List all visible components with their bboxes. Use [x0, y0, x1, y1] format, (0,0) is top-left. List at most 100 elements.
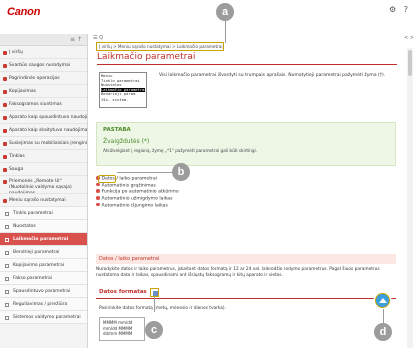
topic-link[interactable]: Funkcija po automatinio atkūrimo	[96, 189, 179, 196]
callout-leader	[383, 309, 384, 323]
title-divider	[97, 64, 397, 65]
sidebar-item-label: Bendrieji parametrai	[13, 250, 60, 255]
canon-logo[interactable]: Canon	[7, 6, 40, 18]
help-icon[interactable]: ?	[404, 5, 408, 14]
expand-icon[interactable]	[150, 288, 159, 297]
page-icon	[5, 212, 9, 216]
sidebar-item[interactable]: Pagrindinės operacijos	[0, 72, 87, 85]
sidebar-item[interactable]: Aparato kaip spausdintuvo naudojimas	[0, 111, 87, 124]
sidebar-item[interactable]: Nuostatos	[0, 220, 87, 233]
bullet-icon	[96, 189, 100, 193]
sidebar-item-label: Tinklas	[9, 154, 25, 159]
bullet-icon	[96, 202, 100, 207]
sidebar-item[interactable]: Priemonės „Remote UI“ (Nuotolinio valdym…	[0, 176, 87, 194]
sidebar-item[interactable]: Susiejimas su mobiliaisiais įrenginiais	[0, 137, 87, 150]
section-icon	[3, 77, 7, 81]
topic-link[interactable]: Automatinis grąžinimas	[96, 182, 179, 190]
bullet-icon	[96, 196, 100, 200]
section-icon	[3, 199, 7, 203]
sidebar-item[interactable]: Fakso parametrai	[0, 272, 87, 285]
sidebar-item-label: Sauga	[9, 167, 24, 172]
sidebar-item[interactable]: Faksogramos siuntimas	[0, 98, 87, 111]
page-icon	[5, 251, 9, 255]
sidebar-item-label: Reguliavimas / priežiūra	[13, 302, 68, 307]
sidebar-item[interactable]: Kopijavimo parametrai	[0, 259, 87, 272]
sidebar-item-label: Pagrindinės operacijos	[9, 76, 60, 81]
sidebar-item-label: Į viršų	[9, 50, 23, 55]
page-icon	[5, 316, 9, 320]
sidebar-item-label: Fakso parametrai	[13, 276, 53, 281]
sidebar-item[interactable]: Reguliavimas / priežiūra	[0, 298, 87, 311]
sidebar-item[interactable]: Kopijavimas	[0, 85, 87, 98]
sidebar-item-label: Meniu sąrašo nustatymai	[9, 198, 66, 203]
sidebar-item-label: Spausdintuvo parametrai	[13, 289, 71, 294]
sidebar-item[interactable]: Sauga	[0, 163, 87, 176]
sidebar-tools[interactable]: ≡ ↑	[0, 34, 87, 46]
section-icon	[3, 155, 7, 159]
sidebar-item[interactable]: Aparato kaip skaitytuvo naudojimas	[0, 124, 87, 137]
section-icon	[3, 51, 7, 55]
topic-link[interactable]: Automatinio išjungimo laikas	[96, 202, 179, 210]
sidebar-item[interactable]: Į viršų	[0, 46, 87, 59]
sidebar-item[interactable]: Tinklas	[0, 150, 87, 163]
lcd-menu-image: Meniu Tinklo parametrai Nuostatos Laikma…	[99, 72, 147, 108]
option-item: dd/mm MMMM	[103, 331, 133, 337]
note-text: Atsižvelgiant į regioną, žymę „*1“ pažym…	[103, 148, 257, 153]
section-icon	[3, 142, 7, 146]
header-icons: ⚙ ?	[384, 5, 408, 14]
callout-b: b	[172, 163, 190, 181]
sidebar-item-label: Aparato kaip skaitytuvo naudojimas	[9, 128, 87, 133]
lcd-line: Išs. sistem.	[101, 97, 129, 102]
sidebar-item-label: Kopijavimo parametrai	[13, 263, 65, 268]
sidebar-item-label: Priemonės „Remote UI“ (Nuotolinio valdym…	[9, 179, 72, 194]
sidebar-item-label: Laikmačio parametrai	[13, 237, 69, 242]
sidebar-item-label: Kopijavimas	[9, 89, 36, 94]
top-header: Canon ⚙ ?	[0, 0, 420, 34]
sidebar-item[interactable]: Sistemos valdymo parametrai	[0, 311, 87, 324]
section-title: Datos / laiko parametrai	[96, 254, 396, 264]
note-title: PASTABA	[103, 127, 131, 133]
prev-next-arrows[interactable]: < >	[404, 35, 414, 41]
section-icon	[3, 64, 7, 68]
sidebar-item[interactable]: Tinklo parametrai	[0, 207, 87, 220]
subsection-title: Datos formatas	[99, 289, 147, 295]
callout-d: d	[374, 323, 392, 341]
sidebar-item[interactable]: Laikmačio parametrai	[0, 233, 87, 246]
lcd-line: Bendrieji param	[101, 92, 136, 97]
section-icon	[3, 180, 7, 184]
callout-leader	[117, 172, 172, 173]
sidebar-item[interactable]: Svarbūs saugos nurodymai	[0, 59, 87, 72]
sidebar-item[interactable]: Meniu sąrašo nustatymai	[0, 194, 87, 207]
content-area: Laikmačio parametrai Meniu Tinklo parame…	[89, 51, 409, 348]
back-to-top-button[interactable]	[375, 293, 390, 308]
callout-leader	[154, 297, 155, 312]
note-heading: Žvaigždutės (*)	[103, 138, 150, 145]
page-icon	[5, 264, 9, 268]
sidebar-item-label: Faksogramos siuntimas	[9, 102, 62, 107]
menu-search-icons[interactable]: ☰ Q	[93, 35, 103, 41]
breadcrumb[interactable]: Į viršų > Meniu sąrašo nustatymai > Laik…	[96, 42, 224, 51]
topic-links: Datos / laiko parametrai Automatinis grą…	[96, 175, 179, 210]
section-icon	[3, 168, 7, 172]
bullet-highlight	[98, 175, 116, 183]
callout-a: a	[216, 3, 234, 21]
sidebar-item-label: Tinklo parametrai	[13, 211, 53, 216]
page-title: Laikmačio parametrai	[97, 52, 196, 62]
subsection-text: Pasirinkite datos formatą (metų, mėnesio…	[99, 306, 226, 311]
gear-icon[interactable]: ⚙	[389, 5, 396, 14]
sidebar-list: Į viršų Svarbūs saugos nurodymai Pagrindin…	[0, 46, 87, 324]
topic-link[interactable]: Automatinio užmigdymo laikas	[96, 196, 179, 203]
sidebar-item[interactable]: Spausdintuvo parametrai	[0, 285, 87, 298]
subsection-header: Datos formatas	[96, 287, 396, 299]
scrollbar[interactable]	[407, 48, 413, 348]
section-icon	[3, 90, 7, 94]
sidebar: ≡ ↑ Į viršų Svarbūs saugos nurodymai Pagri…	[0, 34, 88, 348]
scroll-thumb[interactable]	[408, 50, 412, 76]
page-icon	[5, 225, 9, 229]
sidebar-item-label: Sistemos valdymo parametrai	[13, 315, 81, 320]
sidebar-item-label: Svarbūs saugos nurodymai	[9, 63, 71, 68]
sidebar-item-label: Nuostatos	[13, 224, 36, 229]
callout-c: c	[145, 321, 163, 339]
sidebar-item[interactable]: Bendrieji parametrai	[0, 246, 87, 259]
content-toolbar: ☰ Q < >	[89, 34, 420, 42]
